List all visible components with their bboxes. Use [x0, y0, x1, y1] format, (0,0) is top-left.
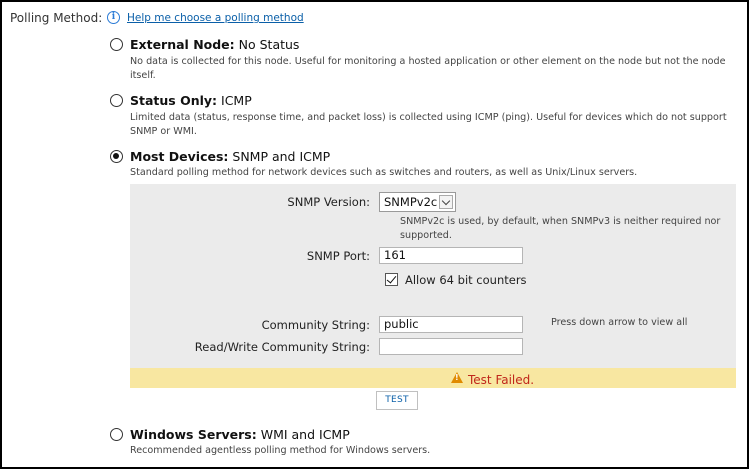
- help-choose-polling-link[interactable]: Help me choose a polling method: [127, 12, 304, 24]
- option-external-node-desc: No data is collected for this node. Usef…: [130, 56, 726, 81]
- test-status-message: Test Failed.: [468, 373, 535, 387]
- rw-community-string-label: Read/Write Community String:: [194, 340, 370, 354]
- option-status-only-desc: Limited data (status, response time, and…: [130, 112, 727, 137]
- option-windows-servers-desc: Recommended agentless polling method for…: [130, 445, 431, 456]
- community-string-hint: Press down arrow to view all: [551, 317, 688, 328]
- snmp-version-note: SNMPv2c is used, by default, when SNMPv3…: [400, 216, 721, 241]
- chevron-down-icon: [439, 195, 453, 209]
- warning-icon: [451, 372, 463, 383]
- option-status-only-title: Status Only: ICMP: [130, 93, 252, 108]
- radio-windows-servers[interactable]: [110, 428, 123, 441]
- snmp-version-select[interactable]: SNMPv2c: [379, 192, 456, 212]
- snmp-version-label: SNMP Version:: [287, 195, 370, 209]
- option-windows-servers-title: Windows Servers: WMI and ICMP: [130, 427, 350, 442]
- option-most-devices-desc: Standard polling method for network devi…: [130, 167, 638, 178]
- option-most-devices-title: Most Devices: SNMP and ICMP: [130, 149, 331, 164]
- info-icon: i: [107, 11, 120, 24]
- test-status-bar: [130, 368, 736, 388]
- allow-64bit-checkbox[interactable]: [385, 273, 398, 286]
- radio-status-only[interactable]: [110, 94, 123, 107]
- snmp-port-label: SNMP Port:: [306, 249, 370, 263]
- snmp-version-value: SNMPv2c: [384, 195, 438, 209]
- community-string-input[interactable]: public: [379, 316, 523, 333]
- radio-external-node[interactable]: [110, 38, 123, 51]
- rw-community-string-input[interactable]: [379, 338, 523, 355]
- polling-method-label: Polling Method:: [10, 11, 103, 25]
- snmp-port-input[interactable]: 161: [379, 247, 523, 264]
- community-string-label: Community String:: [261, 318, 370, 332]
- allow-64bit-label: Allow 64 bit counters: [405, 273, 527, 287]
- radio-most-devices[interactable]: [110, 150, 123, 163]
- test-button[interactable]: TEST: [376, 391, 418, 410]
- option-external-node-title: External Node: No Status: [130, 37, 300, 52]
